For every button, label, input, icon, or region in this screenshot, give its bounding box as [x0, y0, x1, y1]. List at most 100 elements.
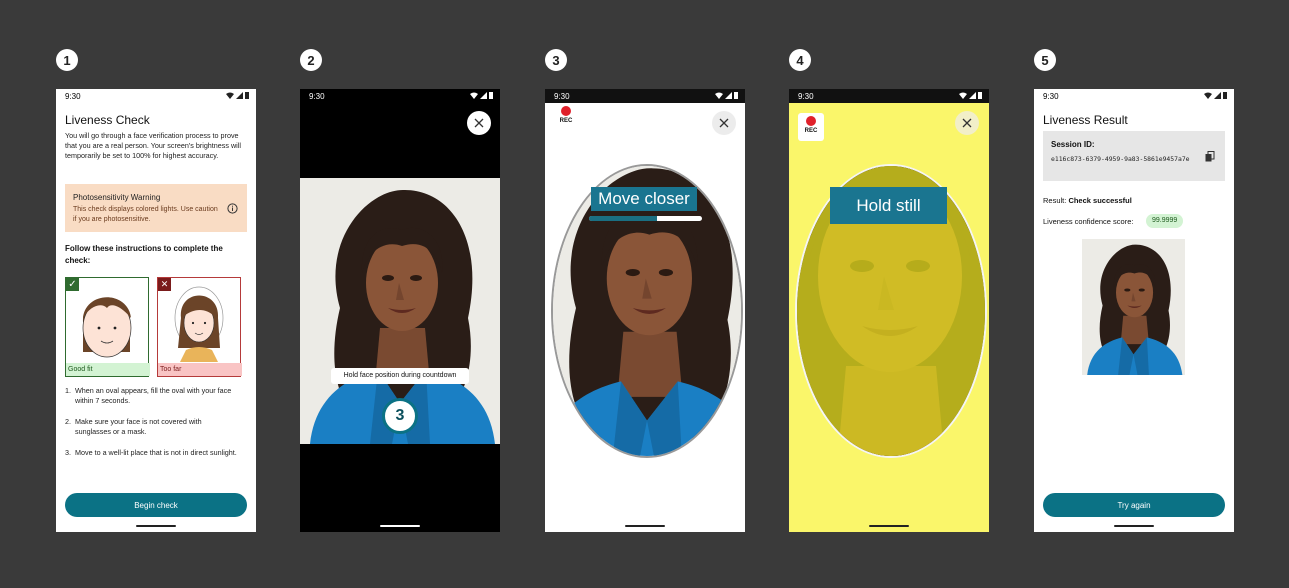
instructions-heading: Follow these instructions to complete th…	[65, 244, 223, 265]
status-bar: 9:30	[545, 89, 745, 103]
record-dot-icon	[561, 106, 571, 116]
rec-label: REC	[804, 128, 818, 134]
phone-screen-countdown: 9:30 Hold face position during countdown…	[300, 89, 500, 532]
info-icon[interactable]	[227, 203, 238, 214]
good-fit-example: ✓ Good fit	[65, 277, 150, 377]
battery-icon	[245, 92, 249, 99]
session-box: Session ID: e116c873-6379-4959-9a83-5861…	[1043, 131, 1225, 181]
status-icons	[226, 92, 249, 99]
close-button[interactable]	[467, 111, 491, 135]
home-indicator	[136, 525, 176, 527]
status-icons	[959, 92, 982, 99]
step-badge-4: 4	[789, 49, 811, 71]
result-photo	[1082, 239, 1185, 375]
instruction-text: When an oval appears, fill the oval with…	[75, 386, 232, 405]
progress-track	[589, 216, 702, 221]
close-icon	[962, 118, 972, 128]
status-icons	[715, 92, 738, 99]
close-button[interactable]	[712, 111, 736, 135]
page-title: Liveness Check	[65, 113, 150, 127]
record-dot-icon	[806, 116, 816, 126]
phone-screen-move-closer: 9:30 REC Move closer	[545, 89, 745, 532]
home-indicator	[625, 525, 665, 527]
close-icon	[719, 118, 729, 128]
good-fit-label: Good fit	[66, 363, 150, 376]
step-badge-5: 5	[1034, 49, 1056, 71]
hold-still-prompt: Hold still	[830, 187, 947, 224]
countdown-circle: 3	[382, 398, 418, 434]
rec-label: REC	[559, 118, 573, 124]
session-label: Session ID:	[1051, 140, 1095, 149]
instruction-item: 1. When an oval appears, fill the oval w…	[65, 386, 247, 417]
wifi-icon	[715, 92, 723, 99]
close-icon	[474, 118, 484, 128]
signal-icon	[236, 92, 243, 99]
status-icons	[1204, 92, 1227, 99]
instruction-number: 2.	[65, 417, 71, 426]
result-label: Result:	[1043, 196, 1067, 205]
score-label: Liveness confidence score:	[1043, 217, 1134, 226]
page-title: Liveness Result	[1043, 113, 1128, 127]
result-line: Result: Check successful	[1043, 196, 1132, 205]
status-icons	[470, 92, 493, 99]
wifi-icon	[959, 92, 967, 99]
session-id: e116c873-6379-4959-9a83-5861e9457a7e	[1051, 155, 1190, 163]
instruction-text: Make sure your face is not covered with …	[75, 417, 202, 436]
try-again-button[interactable]: Try again	[1043, 493, 1225, 517]
home-indicator	[1114, 525, 1154, 527]
check-icon: ✓	[66, 278, 79, 291]
status-time: 9:30	[65, 92, 81, 101]
result-value: Check successful	[1068, 196, 1132, 205]
countdown-number: 3	[395, 407, 405, 424]
instruction-item: 3. Move to a well-lit place that is not …	[65, 448, 247, 479]
photosensitivity-warning: Photosensitivity Warning This check disp…	[65, 184, 247, 232]
step-badge-1: 1	[56, 49, 78, 71]
status-time: 9:30	[798, 92, 814, 101]
phone-screen-liveness-result: 9:30 Liveness Result Session ID: e116c87…	[1034, 89, 1234, 532]
warning-text: This check displays colored lights. Use …	[73, 206, 218, 223]
signal-icon	[1214, 92, 1221, 99]
countdown-hint: Hold face position during countdown	[331, 368, 469, 384]
signal-icon	[969, 92, 976, 99]
battery-icon	[1223, 92, 1227, 99]
begin-check-button[interactable]: Begin check	[65, 493, 247, 517]
step-badge-3: 3	[545, 49, 567, 71]
move-closer-prompt: Move closer	[591, 187, 697, 211]
wifi-icon	[226, 92, 234, 99]
recording-indicator: REC	[798, 113, 824, 141]
battery-icon	[978, 92, 982, 99]
user-face-photo	[1082, 239, 1185, 375]
home-indicator	[869, 525, 909, 527]
score-badge: 99.9999	[1146, 214, 1184, 228]
too-far-example: ✕ Too far	[157, 277, 242, 377]
status-bar: 9:30	[56, 89, 256, 103]
status-time: 9:30	[554, 92, 570, 101]
instruction-number: 3.	[65, 448, 71, 457]
phone-screen-hold-still: 9:30 REC Hold still	[789, 89, 989, 532]
close-button[interactable]	[955, 111, 979, 135]
status-time: 9:30	[309, 92, 325, 101]
x-icon: ✕	[158, 278, 171, 291]
wifi-icon	[470, 92, 478, 99]
warning-title: Photosensitivity Warning	[73, 193, 161, 202]
signal-icon	[725, 92, 732, 99]
instruction-item: 2. Make sure your face is not covered wi…	[65, 417, 247, 448]
home-indicator	[380, 525, 420, 527]
too-far-label: Too far	[158, 363, 242, 376]
battery-icon	[734, 92, 738, 99]
instruction-text: Move to a well-lit place that is not in …	[75, 448, 237, 457]
recording-indicator: REC	[553, 103, 579, 131]
intro-text: You will go through a face verification …	[65, 131, 241, 160]
status-bar: 9:30	[789, 89, 989, 103]
step-badge-2: 2	[300, 49, 322, 71]
instruction-number: 1.	[65, 386, 71, 395]
phone-screen-liveness-check: 9:30 Liveness Check You will go through …	[56, 89, 256, 532]
signal-icon	[480, 92, 487, 99]
status-time: 9:30	[1043, 92, 1059, 101]
status-bar: 9:30	[1034, 89, 1234, 103]
progress-fill	[589, 216, 657, 221]
wifi-icon	[1204, 92, 1212, 99]
copy-icon[interactable]	[1205, 151, 1215, 162]
battery-icon	[489, 92, 493, 99]
status-bar: 9:30	[300, 89, 500, 103]
